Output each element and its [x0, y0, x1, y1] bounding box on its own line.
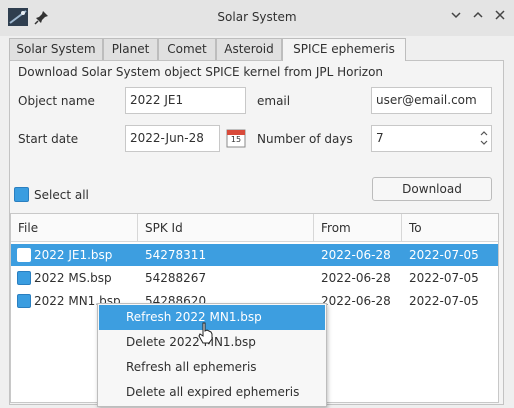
object-name-input[interactable]: 2022 JE1	[125, 87, 246, 114]
menu-item-refresh-all[interactable]: Refresh all ephemeris	[99, 355, 325, 380]
row-checkbox[interactable]	[17, 271, 31, 285]
hand-cursor-icon	[198, 322, 214, 344]
download-button[interactable]: Download	[372, 177, 492, 201]
tab-asteroid[interactable]: Asteroid	[216, 38, 282, 60]
select-all-label: Select all	[34, 188, 89, 202]
to-cell: 2022-07-05	[409, 271, 479, 285]
to-cell: 2022-07-05	[409, 294, 479, 308]
from-cell: 2022-06-28	[321, 248, 391, 262]
tab-spice-ephemeris[interactable]: SPICE ephemeris	[282, 38, 406, 61]
column-header-to[interactable]: To	[402, 214, 498, 242]
column-header-from[interactable]: From	[314, 214, 402, 242]
close-icon[interactable]	[492, 9, 508, 25]
spinbox-arrows-icon[interactable]	[478, 126, 490, 150]
column-header-file[interactable]: File	[11, 214, 138, 242]
tab-comet[interactable]: Comet	[158, 38, 216, 60]
table-row[interactable]: 2022 JE1.bsp 54278311 2022-06-28 2022-07…	[11, 244, 498, 266]
column-header-spk-id[interactable]: SPK Id	[138, 214, 314, 242]
to-cell: 2022-07-05	[409, 248, 479, 262]
form-header: Download Solar System object SPICE kerne…	[18, 65, 384, 79]
from-cell: 2022-06-28	[321, 294, 391, 308]
context-menu: Refresh 2022 MN1.bsp Delete 2022 MN1.bsp…	[97, 303, 327, 407]
email-input[interactable]: user@email.com	[371, 87, 492, 114]
file-cell: 2022 MS.bsp	[34, 271, 112, 285]
object-name-label: Object name	[18, 94, 95, 108]
spk-id-cell: 54278311	[145, 248, 207, 262]
number-of-days-spinbox[interactable]: 7	[371, 125, 492, 152]
file-cell: 2022 JE1.bsp	[34, 248, 113, 262]
calendar-icon[interactable]: 15	[225, 127, 247, 149]
number-of-days-label: Number of days	[257, 132, 353, 146]
window-title: Solar System	[217, 10, 297, 24]
email-label: email	[257, 94, 291, 108]
chevron-down-icon[interactable]	[448, 9, 464, 25]
tab-planet[interactable]: Planet	[103, 38, 158, 60]
start-date-label: Start date	[18, 132, 79, 146]
row-checkbox[interactable]	[17, 248, 31, 262]
tab-solar-system[interactable]: Solar System	[9, 38, 103, 60]
select-all-checkbox[interactable]	[14, 187, 29, 202]
spk-id-cell: 54288267	[145, 271, 207, 285]
from-cell: 2022-06-28	[321, 271, 391, 285]
menu-item-delete-expired[interactable]: Delete all expired ephemeris	[99, 380, 325, 405]
start-date-input[interactable]: 2022-Jun-28	[125, 125, 220, 152]
table-row[interactable]: 2022 MS.bsp 54288267 2022-06-28 2022-07-…	[11, 267, 498, 289]
row-checkbox[interactable]	[17, 294, 31, 308]
calendar-day: 15	[230, 135, 242, 144]
chevron-up-icon[interactable]	[470, 9, 486, 25]
